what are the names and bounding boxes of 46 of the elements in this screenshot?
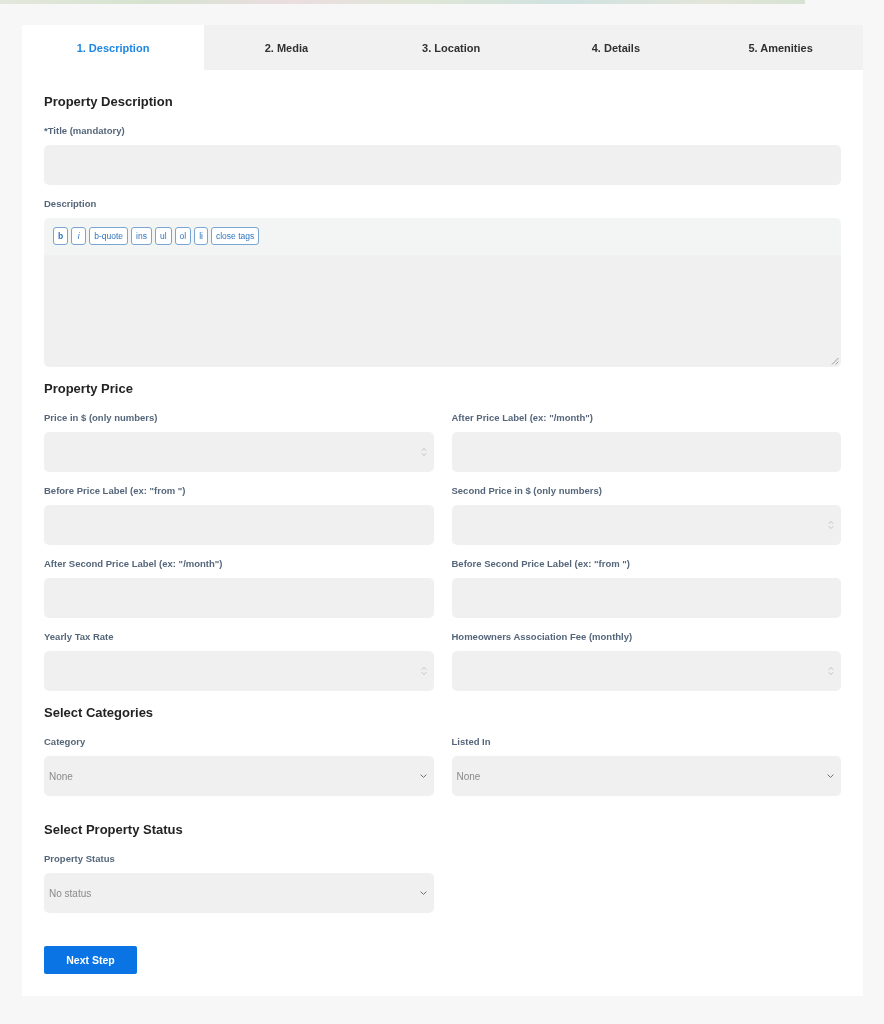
chevron-down-icon — [419, 774, 427, 778]
field-label: Before Second Price Label (ex: "from ") — [451, 557, 631, 571]
number-input-field[interactable] — [451, 651, 841, 691]
format-button[interactable]: close tags — [210, 227, 260, 245]
field-label: After Second Price Label (ex: "/month") — [44, 557, 224, 571]
dropdown-field[interactable]: None — [451, 756, 841, 796]
field-label: Category — [44, 735, 87, 749]
dropdown-field[interactable]: No status — [44, 873, 434, 913]
format-button[interactable]: i — [71, 227, 87, 245]
field-label: Before Price Label (ex: "from ") — [44, 484, 187, 498]
step-tab[interactable]: 3. Location — [368, 25, 534, 70]
step-tab[interactable]: 2. Media — [204, 25, 369, 70]
dropdown-field[interactable]: None — [44, 756, 434, 796]
section-heading: Property Price — [44, 380, 134, 398]
format-button[interactable]: ins — [131, 227, 152, 245]
field-label: Price in $ (only numbers) — [44, 411, 159, 425]
field-label: Homeowners Association Fee (monthly) — [451, 630, 634, 644]
next-step-button[interactable]: Next Step — [44, 946, 137, 974]
field-label: Second Price in $ (only numbers) — [451, 484, 603, 498]
section-heading: Select Categories — [44, 704, 155, 722]
section-heading: Property Description — [44, 93, 174, 111]
spinner-icon[interactable] — [828, 520, 834, 530]
field-label: Yearly Tax Rate — [44, 630, 115, 644]
field-label: Description — [44, 197, 98, 211]
format-button[interactable]: li — [194, 227, 208, 245]
format-button[interactable]: ul — [154, 227, 172, 245]
section-heading: Select Property Status — [44, 821, 184, 839]
format-button[interactable]: ol — [174, 227, 192, 245]
field-label: After Price Label (ex: "/month") — [451, 411, 594, 425]
spinner-icon[interactable] — [420, 447, 427, 457]
chevron-down-icon — [419, 891, 427, 895]
field-label: Listed In — [451, 735, 492, 749]
description-textarea[interactable] — [44, 255, 841, 367]
spinner-icon[interactable] — [420, 666, 427, 676]
resize-handle-icon[interactable] — [831, 357, 839, 365]
field-label: *Title (mandatory) — [44, 124, 126, 138]
number-input-field[interactable] — [44, 651, 434, 691]
field-label: Property Status — [44, 852, 116, 866]
spinner-icon[interactable] — [828, 666, 834, 676]
format-button[interactable]: b-quote — [89, 227, 129, 245]
format-button[interactable]: b — [53, 227, 69, 245]
step-tab[interactable]: 5. Amenities — [698, 25, 863, 70]
number-input-field[interactable] — [451, 505, 841, 545]
number-input-field[interactable] — [44, 432, 434, 472]
chevron-down-icon — [827, 774, 834, 778]
step-tab[interactable]: 4. Details — [533, 25, 699, 70]
